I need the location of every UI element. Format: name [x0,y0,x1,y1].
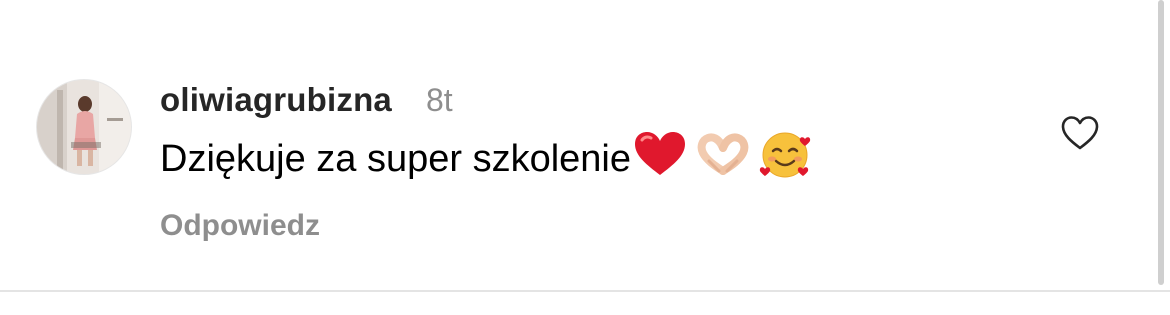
comment-screen: oliwiagrubizna 8t Dziękuje za super szko… [0,0,1170,315]
scrollbar[interactable] [1158,0,1164,285]
red-heart-emoji-icon [633,131,687,188]
reply-button[interactable]: Odpowiedz [160,206,320,246]
comment-body: Dziękuje za super szkolenie [160,131,815,182]
comment-timestamp: 8t [426,82,453,118]
avatar[interactable] [37,80,131,174]
comment-text: Dziękuje za super szkolenie [160,138,632,180]
divider [0,290,1170,292]
comment-item: oliwiagrubizna 8t Dziękuje za super szko… [0,0,1150,290]
avatar-photo [37,80,131,174]
comment-username[interactable]: oliwiagrubizna [160,80,392,120]
like-button[interactable] [1060,115,1100,151]
heart-hands-emoji-icon [697,131,749,188]
heart-outline-icon [1061,116,1099,150]
smiling-face-with-hearts-emoji-icon [759,129,815,190]
